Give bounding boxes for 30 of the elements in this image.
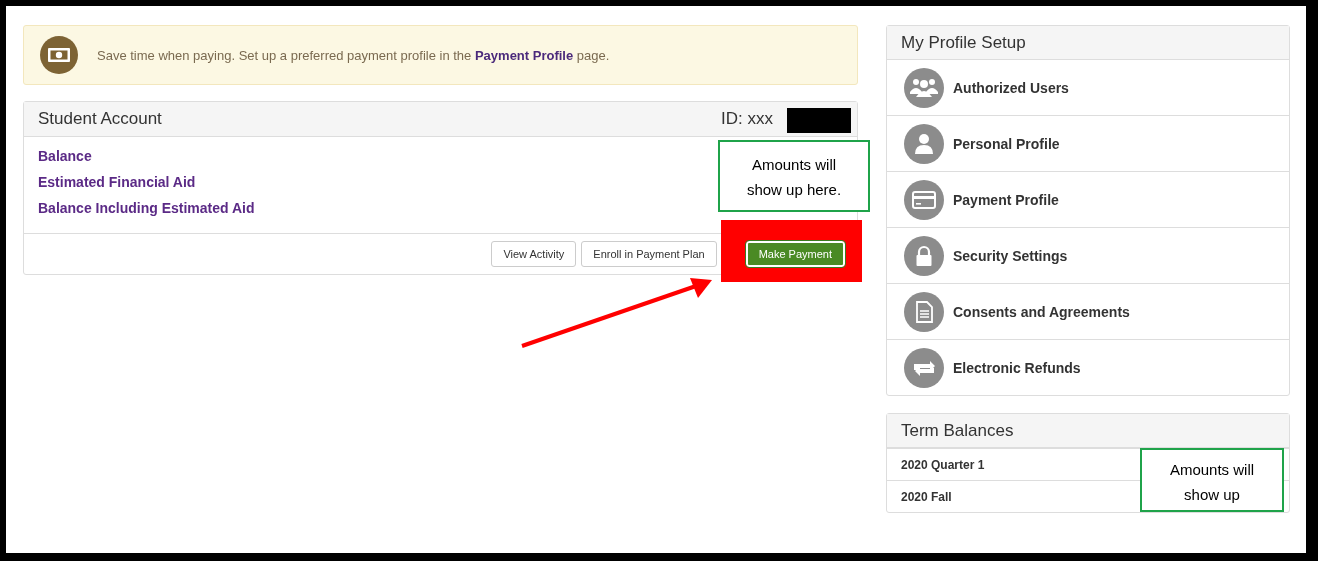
credit-card-icon — [904, 179, 944, 220]
exchange-arrows-icon — [904, 347, 944, 388]
account-link[interactable]: Balance — [38, 143, 92, 169]
profile-menu-item[interactable]: Personal Profile — [887, 116, 1289, 172]
profile-menu-item[interactable]: Consents and Agreements — [887, 284, 1289, 340]
redaction-bar — [787, 108, 851, 133]
profile-menu-item[interactable]: Authorized Users — [887, 60, 1289, 116]
card-title: My Profile Setup — [901, 32, 1026, 53]
money-icon — [40, 36, 78, 74]
term-name: 2020 Fall — [901, 489, 952, 504]
account-id: ID: xxx — [721, 109, 773, 129]
person-icon — [904, 123, 944, 164]
card-title: Student Account — [38, 109, 162, 129]
card-title: Term Balances — [901, 420, 1014, 441]
action-button[interactable]: Enroll in Payment Plan — [581, 241, 717, 267]
term-name: 2020 Quarter 1 — [901, 457, 985, 472]
make-payment-button[interactable]: Make Payment — [745, 241, 845, 267]
payment-profile-link[interactable]: Payment Profile — [474, 47, 574, 63]
document-icon — [904, 291, 944, 332]
account-link[interactable]: Balance Including Estimated Aid — [38, 195, 255, 221]
lock-icon — [904, 235, 944, 276]
action-button[interactable]: View Activity — [491, 241, 577, 267]
users-icon — [904, 67, 944, 108]
profile-menu-item[interactable]: Payment Profile — [887, 172, 1289, 228]
account-link[interactable]: Estimated Financial Aid — [38, 169, 196, 195]
notice-text: Save time when paying. Set up a preferred payment profile in the Payment Profile page. — [97, 47, 610, 63]
profile-menu-item[interactable]: Security Settings — [887, 228, 1289, 284]
callout-note: Amounts will show up here. — [718, 140, 870, 212]
callout-note: Amounts will show up — [1140, 448, 1284, 512]
profile-menu-item[interactable]: Electronic Refunds — [887, 340, 1289, 395]
